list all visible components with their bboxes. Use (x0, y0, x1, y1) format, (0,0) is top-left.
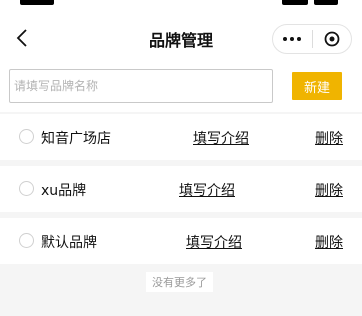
brand-radio[interactable] (19, 181, 34, 196)
brand-name: xu品牌 (41, 183, 87, 199)
brand-name: 默认品牌 (41, 235, 97, 251)
status-bar (0, 0, 362, 12)
fill-intro-link[interactable]: 填写介绍 (193, 128, 249, 148)
ellipsis-icon (282, 37, 303, 41)
brand-name: 知音广场店 (41, 131, 111, 147)
brand-row: 知音广场店 填写介绍 删除 (0, 114, 362, 160)
brand-row: xu品牌 填写介绍 删除 (0, 166, 362, 212)
more-button[interactable] (273, 25, 312, 53)
battery-icon (314, 0, 338, 5)
delete-link[interactable]: 删除 (315, 128, 343, 148)
back-button[interactable] (12, 26, 32, 50)
no-more-text: 没有更多了 (146, 272, 213, 292)
fill-intro-link[interactable]: 填写介绍 (179, 180, 235, 200)
brand-radio[interactable] (19, 233, 34, 248)
fill-intro-link[interactable]: 填写介绍 (186, 232, 242, 252)
navigation-bar: 品牌管理 (0, 12, 362, 64)
brand-radio[interactable] (19, 129, 34, 144)
status-time-fragment (20, 0, 54, 5)
brand-row: 默认品牌 填写介绍 删除 (0, 218, 362, 264)
delete-link[interactable]: 删除 (315, 180, 343, 200)
search-toolbar: 新建 (0, 64, 362, 112)
brand-name-input[interactable] (9, 69, 273, 103)
target-circle-icon (324, 31, 340, 47)
signal-icon (282, 0, 308, 5)
delete-link[interactable]: 删除 (315, 232, 343, 252)
new-brand-button[interactable]: 新建 (292, 72, 342, 100)
mini-program-capsule (272, 24, 352, 54)
chevron-left-icon (16, 29, 27, 47)
close-button[interactable] (313, 25, 352, 53)
